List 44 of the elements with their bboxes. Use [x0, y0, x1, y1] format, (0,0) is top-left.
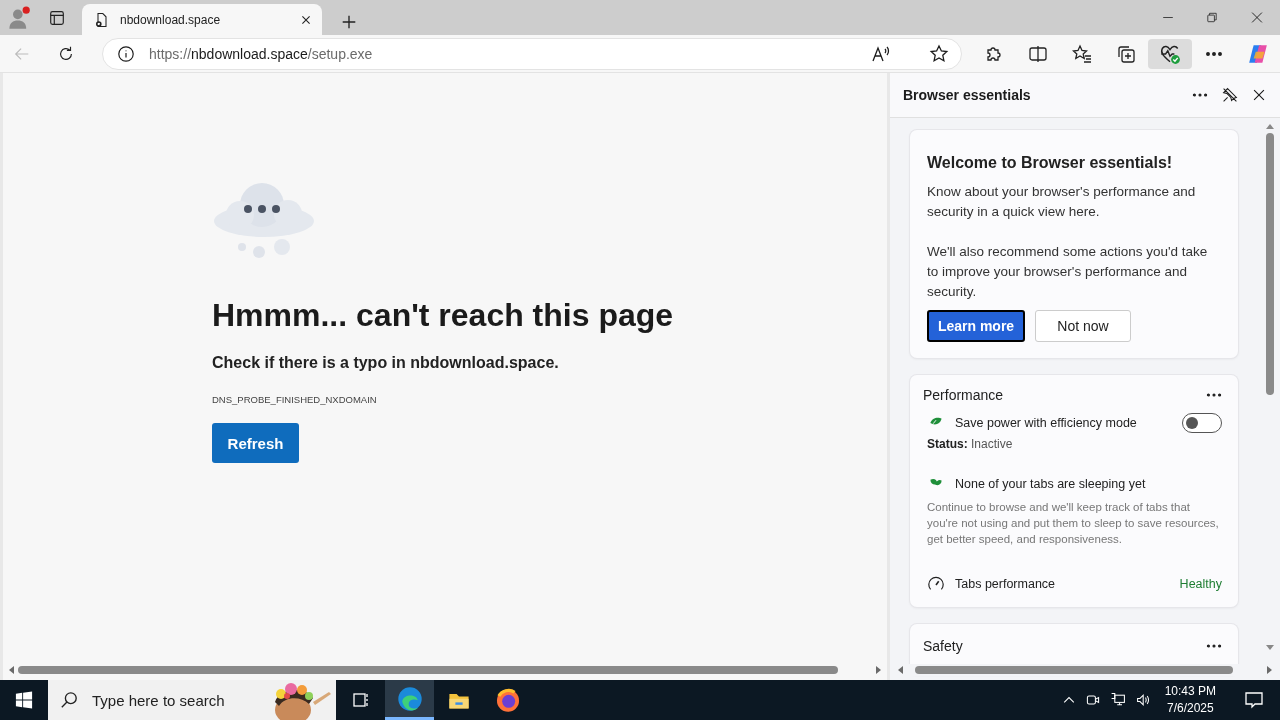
- sleeping-title: None of your tabs are sleeping yet: [955, 477, 1146, 491]
- browser-tab[interactable]: nbdownload.space: [82, 4, 322, 35]
- windows-start-icon[interactable]: [15, 691, 33, 709]
- unpin-icon[interactable]: [1222, 87, 1238, 103]
- search-icon: [60, 691, 78, 709]
- card-text: Know about your browser's performance and security in a quick view here.: [927, 183, 1197, 221]
- profile-icon[interactable]: [7, 5, 31, 30]
- tabs-performance-label: Tabs performance: [955, 577, 1057, 591]
- sleeping-description: Continue to browse and we'll keep track of tabs that you're not using and put them to sleep to save resources, get better speed, and responsiveness.: [927, 500, 1220, 547]
- vertical-scrollbar[interactable]: [1265, 124, 1275, 650]
- efficiency-toggle[interactable]: [1182, 413, 1222, 433]
- favorites-icon[interactable]: [1072, 43, 1092, 64]
- camera-icon[interactable]: [1084, 692, 1101, 708]
- split-screen-icon[interactable]: [1028, 43, 1048, 64]
- efficiency-label: Save power with efficiency mode: [955, 416, 1137, 430]
- card-title: Welcome to Browser essentials!: [927, 154, 1174, 172]
- card-title: Performance: [923, 387, 1004, 403]
- refresh-button[interactable]: Refresh: [212, 423, 299, 463]
- horizontal-scrollbar[interactable]: [9, 664, 881, 676]
- close-icon[interactable]: [1252, 88, 1266, 102]
- learn-more-button[interactable]: Learn more: [927, 310, 1025, 342]
- collections-icon[interactable]: [1116, 43, 1136, 64]
- tab-actions-icon[interactable]: [48, 8, 66, 27]
- card-text: We'll also recommend some actions you'd take to improve your browser's performance and security.: [927, 243, 1209, 301]
- panel-title: Browser essentials: [903, 87, 1032, 103]
- url-text: https://nbdownload.space/setup.exe: [149, 45, 374, 62]
- address-bar[interactable]: https://nbdownload.space/setup.exe: [102, 37, 962, 70]
- task-view-icon[interactable]: [350, 690, 371, 710]
- horizontal-scrollbar[interactable]: [898, 664, 1272, 676]
- favorite-icon[interactable]: [929, 43, 949, 64]
- new-tab-icon[interactable]: [340, 13, 358, 31]
- info-icon[interactable]: [117, 44, 135, 63]
- dismiss-button[interactable]: Not now: [1035, 310, 1131, 342]
- card-title: Safety: [923, 638, 963, 654]
- error-message: Check if there is a typo in nbdownload.space.: [212, 354, 560, 372]
- close-icon[interactable]: [300, 13, 312, 26]
- tabs-performance-status: Healthy: [1179, 577, 1222, 591]
- notifications-icon[interactable]: [1244, 690, 1264, 710]
- error-heading: Hmmm... can't reach this page: [212, 297, 675, 334]
- taskbar-search-field[interactable]: Type here to search: [90, 690, 234, 710]
- refresh-icon[interactable]: [57, 44, 75, 63]
- error-code: DNS_PROBE_FINISHED_NXDOMAIN: [212, 394, 378, 405]
- clock[interactable]: 10:43 PM 7/6/2025: [1164, 683, 1216, 717]
- status-text: Status: Inactive: [927, 437, 1014, 451]
